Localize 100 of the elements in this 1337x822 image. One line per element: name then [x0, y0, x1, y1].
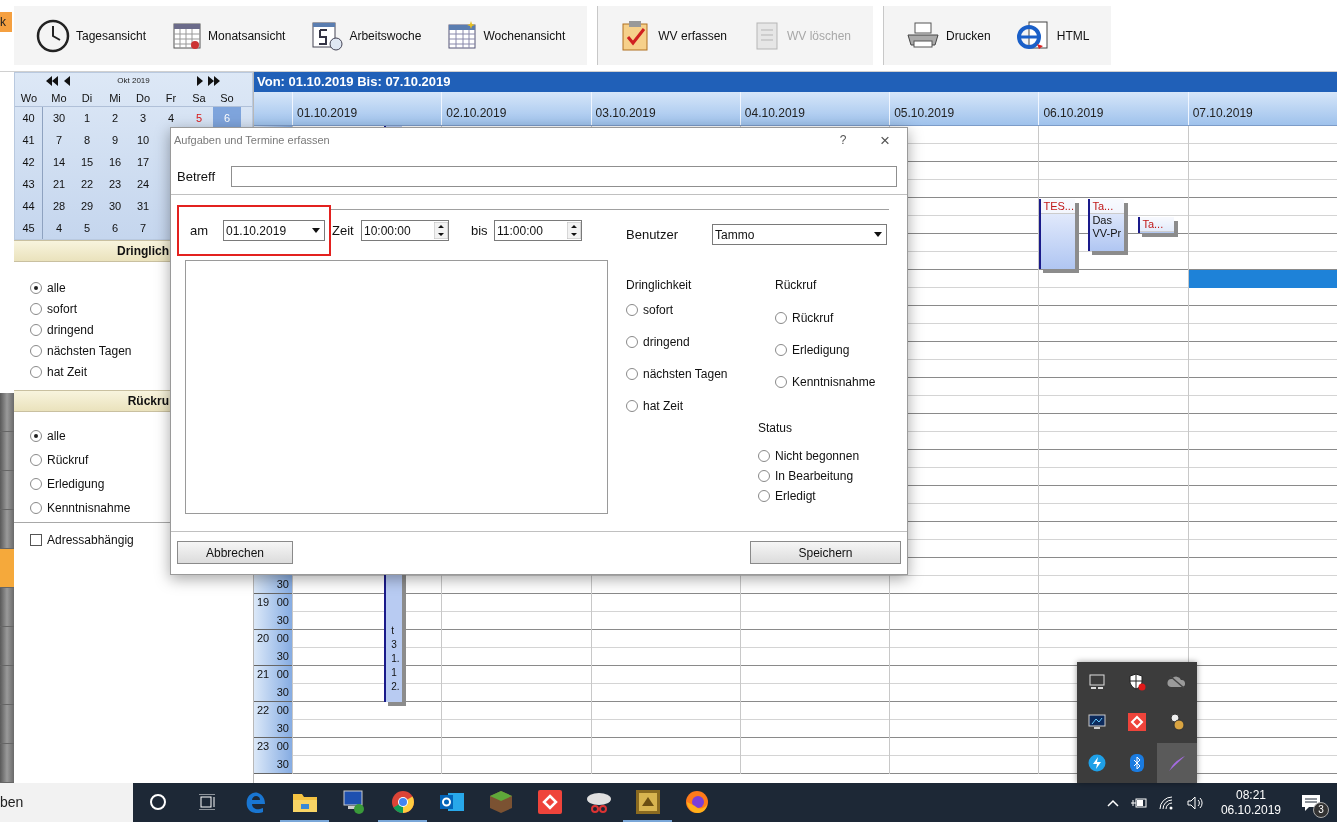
- bluetooth-icon: [1130, 753, 1144, 772]
- monitor-icon: [1088, 714, 1106, 731]
- battery-plug-icon[interactable]: [1130, 797, 1147, 808]
- day-cell[interactable]: 16: [101, 151, 129, 173]
- radio-button[interactable]: [626, 400, 638, 412]
- week-number: 41: [15, 129, 43, 151]
- remote-icon[interactable]: [537, 789, 562, 814]
- radio-label: Rückruf: [792, 310, 834, 327]
- radio-button[interactable]: [626, 336, 638, 348]
- toolbar-button[interactable]: Drucken: [906, 20, 991, 51]
- time-spinner[interactable]: 10:00:00: [361, 220, 449, 241]
- radio-button[interactable]: [30, 345, 42, 357]
- day-cell[interactable]: 5: [185, 107, 213, 129]
- radio-button[interactable]: [626, 368, 638, 380]
- day-cell[interactable]: 30: [101, 195, 129, 217]
- user-select[interactable]: Tammo: [712, 224, 887, 245]
- chevron-up-icon[interactable]: [1106, 798, 1119, 807]
- day-cell[interactable]: 6: [101, 217, 129, 239]
- right-arrow-icon[interactable]: [197, 76, 204, 87]
- radio-button[interactable]: [30, 454, 42, 466]
- appointment-title: Ta...: [1090, 199, 1125, 214]
- toolbar-button[interactable]: Arbeitswoche: [311, 20, 422, 51]
- double-left-arrow-icon[interactable]: [45, 76, 59, 87]
- radio-button[interactable]: [30, 502, 42, 514]
- day-cell[interactable]: 7: [45, 129, 73, 151]
- date-combobox[interactable]: 01.10.2019: [223, 220, 325, 241]
- radio-button[interactable]: [758, 490, 770, 502]
- day-cell[interactable]: 24: [129, 173, 157, 195]
- grass-block-icon[interactable]: [488, 789, 513, 814]
- double-right-arrow-icon[interactable]: [208, 76, 222, 87]
- day-cell[interactable]: 8: [73, 129, 101, 151]
- radio-button[interactable]: [775, 376, 787, 388]
- left-arrow-icon[interactable]: [63, 76, 70, 87]
- minute-label: 30: [276, 721, 289, 737]
- radio-label: Kenntnisnahme: [47, 500, 131, 517]
- help-button[interactable]: ?: [833, 131, 853, 149]
- close-button[interactable]: ×: [877, 131, 893, 149]
- save-button[interactable]: Speichern: [750, 541, 901, 564]
- day-cell[interactable]: 3: [129, 107, 157, 129]
- day-cell[interactable]: 15: [73, 151, 101, 173]
- day-cell[interactable]: 14: [45, 151, 73, 173]
- radio-button[interactable]: [626, 304, 638, 316]
- day-cell[interactable]: 1: [73, 107, 101, 129]
- month-label: Okt 2019: [117, 75, 150, 88]
- day-cell[interactable]: 30: [45, 107, 73, 129]
- day-cell[interactable]: 31: [129, 195, 157, 217]
- checkbox[interactable]: [30, 534, 42, 546]
- toolbar-button[interactable]: Wochenansicht: [447, 20, 566, 51]
- speaker-icon[interactable]: [1186, 795, 1205, 810]
- day-header: 04.10.2019: [744, 106, 805, 120]
- computer-icon[interactable]: [340, 788, 367, 815]
- side-tab[interactable]: [0, 549, 14, 588]
- day-cell[interactable]: 4: [45, 217, 73, 239]
- radio-button[interactable]: [775, 312, 787, 324]
- day-cell[interactable]: 2: [101, 107, 129, 129]
- weekday-header: So: [219, 90, 235, 106]
- radio-button[interactable]: [30, 478, 42, 490]
- toolbar-button[interactable]: Tagesansicht: [36, 18, 147, 53]
- day-cell[interactable]: 5: [73, 217, 101, 239]
- toolbar-button[interactable]: WV erfassen: [620, 19, 727, 52]
- day-cell[interactable]: 4: [157, 107, 185, 129]
- firefox-icon[interactable]: [684, 789, 709, 814]
- day-cell[interactable]: 29: [73, 195, 101, 217]
- day-header: 07.10.2019: [1192, 106, 1253, 120]
- toolbar-button[interactable]: Monatsansicht: [172, 20, 286, 51]
- chrome-icon[interactable]: [390, 789, 415, 814]
- radio-label: Erledigt: [775, 488, 816, 505]
- subject-field[interactable]: [231, 166, 897, 187]
- weekday-header: Fr: [164, 90, 178, 106]
- radio-button[interactable]: [30, 324, 42, 336]
- edge-tab[interactable]: k: [0, 12, 12, 32]
- search-circle-icon[interactable]: [148, 792, 167, 811]
- radio-button[interactable]: [775, 344, 787, 356]
- radio-button[interactable]: [30, 282, 42, 294]
- day-cell[interactable]: 28: [45, 195, 73, 217]
- radio-button[interactable]: [30, 366, 42, 378]
- toolbar-button[interactable]: HTML: [1016, 19, 1090, 52]
- radio-button[interactable]: [30, 430, 42, 442]
- weekday-header: Sa: [191, 90, 207, 106]
- radio-button[interactable]: [30, 303, 42, 315]
- wifi-icon[interactable]: [1158, 795, 1175, 810]
- notes-field[interactable]: [185, 260, 608, 514]
- task-view-icon[interactable]: [197, 793, 216, 810]
- field-label: Zeit: [331, 221, 355, 240]
- day-cell[interactable]: 17: [129, 151, 157, 173]
- day-cell[interactable]: 22: [73, 173, 101, 195]
- day-cell[interactable]: 23: [101, 173, 129, 195]
- radio-button[interactable]: [758, 470, 770, 482]
- day-cell[interactable]: 9: [101, 129, 129, 151]
- cancel-button[interactable]: Abbrechen: [177, 541, 293, 564]
- range-title: Von: 01.10.2019 Bis: 07.10.2019: [257, 73, 451, 92]
- hour-label: 21: [257, 667, 270, 683]
- time-spinner[interactable]: 11:00:00: [494, 220, 582, 241]
- day-cell[interactable]: 21: [45, 173, 73, 195]
- day-cell[interactable]: 10: [129, 129, 157, 151]
- radio-button[interactable]: [758, 450, 770, 462]
- dropdown-arrow-icon: [311, 227, 321, 234]
- search-field[interactable]: ben: [0, 783, 133, 822]
- day-cell[interactable]: 7: [129, 217, 157, 239]
- clock[interactable]: 08:21 06.10.2019: [1216, 787, 1285, 818]
